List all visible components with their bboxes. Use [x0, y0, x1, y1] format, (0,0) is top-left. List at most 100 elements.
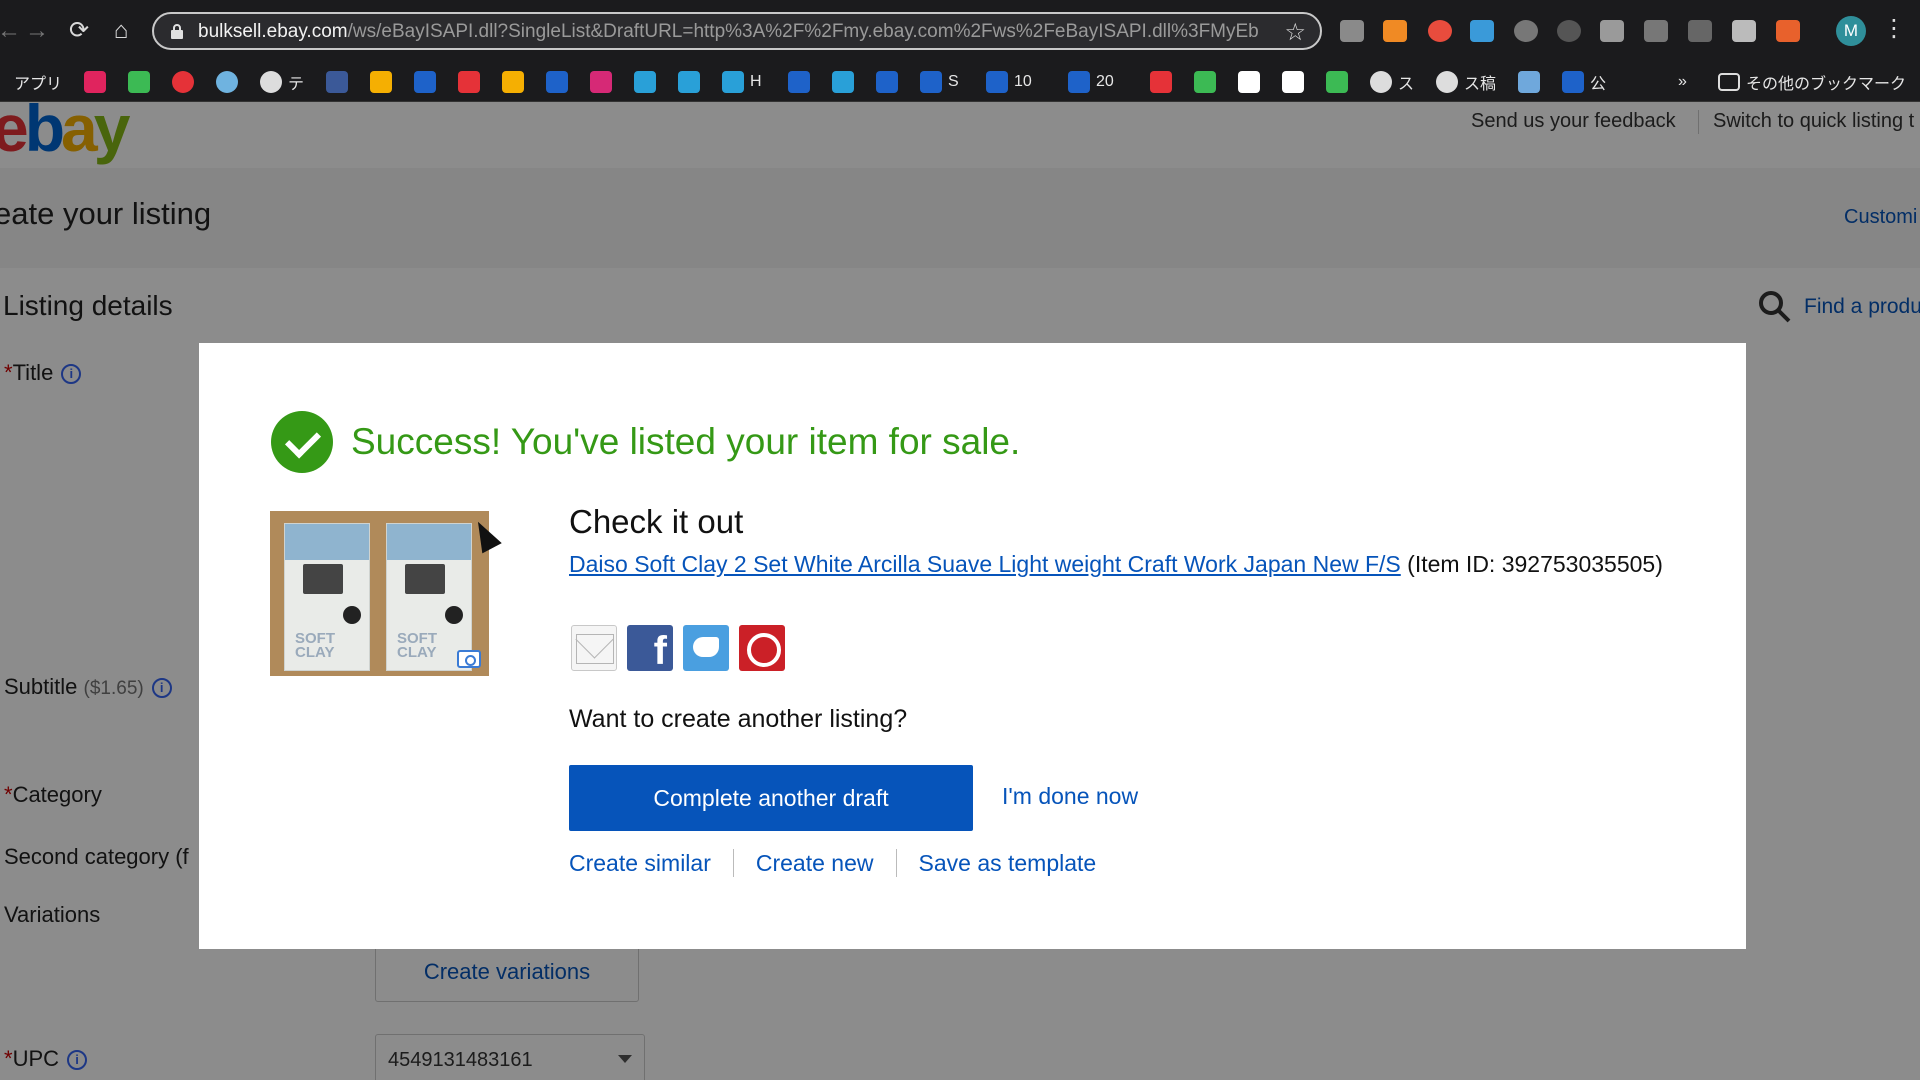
extension-icon[interactable] — [1340, 20, 1364, 42]
salesforce-icon — [722, 71, 744, 93]
bookmark-label: H — [750, 73, 762, 90]
bookmark-item[interactable] — [414, 70, 436, 94]
bookmark-label: S — [948, 73, 959, 90]
browser-toolbar: ← → ⟳ ⌂ bulksell.ebay.com/ws/eBayISAPI.d… — [0, 0, 1920, 62]
extension-flower-icon[interactable] — [1688, 20, 1712, 42]
bookmark-star-icon[interactable]: ☆ — [1284, 18, 1306, 47]
calendar-icon — [920, 71, 942, 93]
bookmark-item[interactable] — [1282, 70, 1304, 94]
bookmark-icon — [832, 71, 854, 93]
extension-chat-icon[interactable] — [1600, 20, 1624, 42]
bookmark-label: 10 — [1014, 73, 1032, 90]
complete-another-draft-button[interactable]: Complete another draft — [569, 765, 973, 831]
product-box: SOFT CLAY — [386, 523, 472, 671]
cw-icon — [546, 71, 568, 93]
bookmark-item[interactable] — [876, 70, 898, 94]
pinterest-icon[interactable] — [739, 625, 785, 671]
extension-s2-icon[interactable] — [1514, 20, 1538, 42]
bookmark-item[interactable]: S — [920, 70, 959, 94]
extension-plus-icon[interactable] — [1557, 20, 1581, 42]
done-now-link[interactable]: I'm done now — [1002, 783, 1138, 810]
bookmark-label: ス — [1398, 76, 1415, 93]
email-icon[interactable] — [571, 625, 617, 671]
message-icon — [128, 71, 150, 93]
globe-icon — [216, 71, 238, 93]
check-it-out-heading: Check it out — [569, 503, 744, 540]
bookmark-item[interactable] — [1326, 70, 1348, 94]
calendar-icon — [876, 71, 898, 93]
bookmark-item[interactable]: アプリ — [14, 70, 62, 94]
instagram-icon — [590, 71, 612, 93]
create-new-link[interactable]: Create new — [756, 850, 874, 877]
back-icon[interactable]: ← — [0, 16, 24, 46]
bookmark-red-icon — [172, 71, 194, 93]
camera-icon — [457, 650, 481, 668]
folder-icon — [1718, 73, 1740, 91]
cloud-icon[interactable] — [1644, 20, 1668, 42]
bookmark-item[interactable] — [216, 70, 238, 94]
facebook-icon[interactable]: f — [627, 625, 673, 671]
bookmark-item[interactable] — [832, 70, 854, 94]
bookmark-label: テ — [288, 76, 305, 93]
home-icon[interactable]: ⌂ — [106, 16, 136, 46]
save-as-template-link[interactable]: Save as template — [919, 850, 1097, 877]
item-line: Daiso Soft Clay 2 Set White Arcilla Suav… — [569, 551, 1663, 578]
bookmark-item[interactable] — [546, 70, 568, 94]
bookmark-item[interactable] — [590, 70, 612, 94]
success-dialog: Success! You've listed your item for sal… — [199, 343, 1746, 949]
bookmark-item[interactable] — [370, 70, 392, 94]
amazon-icon — [1238, 71, 1260, 93]
bookmark-item[interactable] — [1238, 70, 1260, 94]
other-bookmarks-folder[interactable]: その他のブックマーク — [1718, 70, 1906, 94]
bookmark-item[interactable] — [458, 70, 480, 94]
bookmark-item[interactable]: 10 — [986, 70, 1032, 94]
bookmark-item[interactable]: 20 — [1068, 70, 1114, 94]
bookmark-item[interactable]: 公 — [1562, 70, 1606, 94]
bookmark-item[interactable]: H — [722, 70, 762, 94]
bookmark-item[interactable] — [502, 70, 524, 94]
bookmark-item[interactable] — [634, 70, 656, 94]
browser-menu-icon[interactable]: ⋮ — [1882, 14, 1906, 43]
twitter-icon[interactable] — [683, 625, 729, 671]
extension-s-icon[interactable] — [1470, 20, 1494, 42]
profile-avatar[interactable]: M — [1836, 16, 1866, 46]
bookmark-item[interactable] — [172, 70, 194, 94]
bookmark-item[interactable] — [1150, 70, 1172, 94]
forward-icon[interactable]: → — [22, 16, 52, 46]
extension-l-icon[interactable] — [1732, 20, 1756, 42]
item-photo[interactable]: SOFT CLAY SOFT CLAY — [270, 511, 489, 676]
bookmark-label: ス稿 — [1464, 76, 1497, 93]
bookmark-item[interactable] — [1518, 70, 1540, 94]
share-buttons: f — [571, 625, 785, 671]
address-bar[interactable]: bulksell.ebay.com/ws/eBayISAPI.dll?Singl… — [152, 12, 1322, 50]
bookmark-icon — [370, 71, 392, 93]
calendar-icon — [986, 71, 1008, 93]
more-bookmarks-icon[interactable]: » — [1678, 70, 1687, 94]
bookmark-item[interactable] — [84, 70, 106, 94]
bookmark-item[interactable] — [128, 70, 150, 94]
item-id: (Item ID: 392753035505) — [1407, 551, 1663, 577]
success-message: Success! You've listed your item for sal… — [351, 421, 1021, 462]
bookmark-item[interactable] — [678, 70, 700, 94]
sheets-icon — [1194, 71, 1216, 93]
amazon-icon — [1282, 71, 1304, 93]
item-title-link[interactable]: Daiso Soft Clay 2 Set White Arcilla Suav… — [569, 551, 1401, 577]
salesforce-icon — [634, 71, 656, 93]
bookmark-item[interactable] — [1194, 70, 1216, 94]
extension-color-icon[interactable] — [1428, 20, 1452, 42]
bookmark-item[interactable] — [326, 70, 348, 94]
bookmark-icon — [1518, 71, 1540, 93]
mercari-icon — [1150, 71, 1172, 93]
create-similar-link[interactable]: Create similar — [569, 850, 711, 877]
bookmark-item[interactable]: ス稿 — [1436, 70, 1496, 94]
lock-icon — [171, 24, 183, 39]
extension-orange-icon[interactable] — [1776, 20, 1800, 42]
rss-icon[interactable] — [1383, 20, 1407, 42]
bookmark-item[interactable]: テ — [260, 70, 304, 94]
globe-icon — [1370, 71, 1392, 93]
bookmark-item[interactable]: ス — [1370, 70, 1414, 94]
bookmark-icon — [458, 71, 480, 93]
reload-icon[interactable]: ⟳ — [64, 16, 94, 46]
divider — [732, 849, 734, 877]
bookmark-item[interactable] — [788, 70, 810, 94]
